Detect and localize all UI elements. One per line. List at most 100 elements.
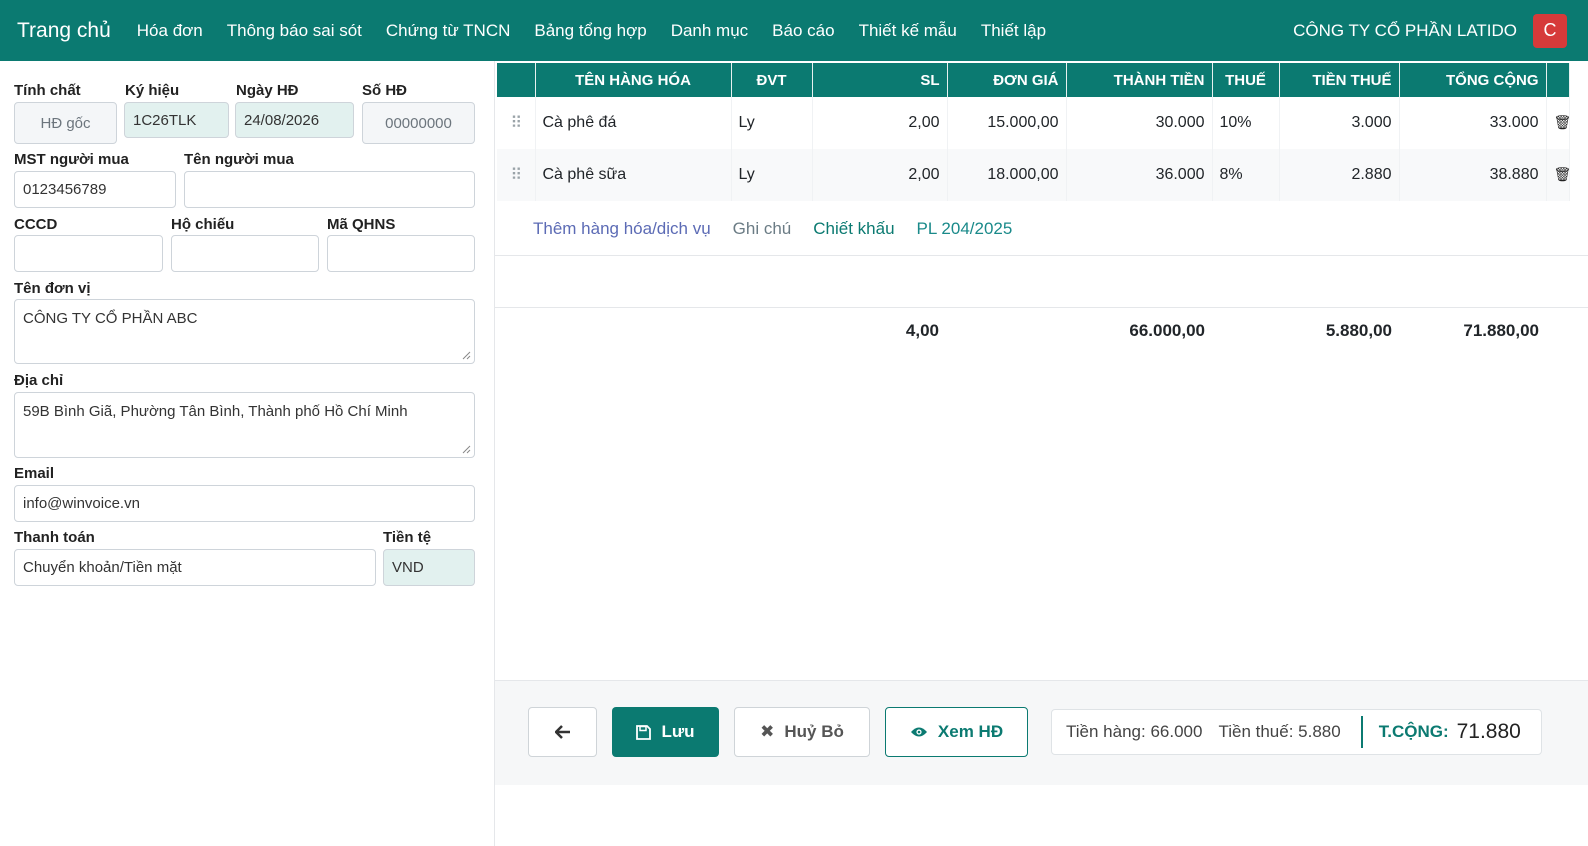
tinh-chat-field[interactable]: HĐ gốc (14, 102, 117, 144)
cancel-label: Huỷ Bỏ (784, 722, 844, 741)
nav-error-notices[interactable]: Thông báo sai sót (227, 21, 362, 41)
ten-don-vi-value: CÔNG TY CỔ PHẦN ABC (23, 310, 198, 327)
ten-nguoi-mua-input[interactable] (184, 171, 475, 208)
resize-grip-icon[interactable] (462, 351, 471, 360)
divider (495, 255, 1588, 256)
total-value: 71.880 (1456, 720, 1521, 743)
cell-unit[interactable]: Ly (731, 97, 813, 149)
table-actions: Thêm hàng hóa/dịch vụ Ghi chú Chiết khấu… (533, 219, 1012, 239)
so-hd-field: 00000000 (362, 102, 475, 144)
ten-don-vi-textarea[interactable]: CÔNG TY CỔ PHẦN ABC (14, 299, 475, 364)
cell-price[interactable]: 18.000,00 (947, 149, 1067, 201)
tax-value: 5.880 (1298, 722, 1341, 741)
cell-total: 33.000 (1399, 97, 1547, 149)
table-row: ⠿ Cà phê sữa Ly 2,00 18.000,00 36.000 8%… (497, 149, 1571, 201)
cell-total: 38.880 (1399, 149, 1547, 201)
resize-grip-icon[interactable] (462, 445, 471, 454)
nav-settings[interactable]: Thiết lập (981, 21, 1046, 41)
total-label: T.CỘNG: (1378, 722, 1449, 741)
col-thue: THUẾ (1212, 63, 1280, 97)
cell-amount: 30.000 (1066, 97, 1213, 149)
tinh-chat-label: Tính chất (14, 82, 81, 99)
nav-home[interactable]: Trang chủ (17, 19, 111, 43)
totals-row: 4,00 66.000,00 5.880,00 71.880,00 (495, 321, 1588, 351)
grand-total: 71.880,00 (1463, 321, 1539, 340)
cell-qty[interactable]: 2,00 (812, 97, 948, 149)
ngay-hd-field[interactable]: 24/08/2026 (235, 102, 354, 138)
cell-amount: 36.000 (1066, 149, 1213, 201)
summary-separator (1360, 716, 1363, 748)
nav-tax-certificates[interactable]: Chứng từ TNCN (386, 21, 510, 41)
divider (495, 307, 1588, 308)
total-amount: 66.000,00 (1129, 321, 1205, 340)
eye-icon (910, 727, 927, 737)
tax-label: Tiền thuế: (1218, 722, 1294, 741)
cell-tax-amount: 2.880 (1279, 149, 1400, 201)
mst-input[interactable]: 0123456789 (14, 171, 176, 208)
dia-chi-textarea[interactable]: 59B Bình Giã, Phường Tân Bình, Thành phố… (14, 392, 475, 458)
dia-chi-value: 59B Bình Giã, Phường Tân Bình, Thành phố… (23, 403, 408, 420)
top-navbar: Trang chủ Hóa đơn Thông báo sai sót Chứn… (0, 0, 1588, 61)
ten-don-vi-label: Tên đơn vị (14, 280, 91, 297)
back-button[interactable] (528, 707, 597, 757)
cell-unit[interactable]: Ly (731, 149, 813, 201)
thanh-toan-select[interactable]: Chuyển khoản/Tiền mặt (14, 549, 376, 586)
cell-qty[interactable]: 2,00 (812, 149, 948, 201)
nav-template-design[interactable]: Thiết kế mẫu (859, 21, 957, 41)
mst-label: MST người mua (14, 151, 129, 168)
arrow-left-icon (554, 725, 570, 739)
trash-icon[interactable]: 🗑 (1546, 149, 1571, 201)
cccd-input[interactable] (14, 235, 163, 272)
thanh-toan-label: Thanh toán (14, 529, 95, 546)
email-input[interactable]: info@winvoice.vn (14, 485, 475, 522)
col-actions (1546, 63, 1570, 97)
nav-catalog[interactable]: Danh mục (671, 21, 748, 41)
cancel-button[interactable]: ✖ Huỷ Bỏ (734, 707, 870, 757)
drag-column-header (497, 63, 536, 97)
action-bar: Lưu ✖ Huỷ Bỏ Xem HĐ Tiền hàng: 66.000 Ti… (495, 680, 1588, 785)
nav-invoices[interactable]: Hóa đơn (137, 21, 203, 41)
drag-handle-icon[interactable]: ⠿ (497, 97, 536, 149)
ky-hieu-field[interactable]: 1C26TLK (124, 102, 229, 138)
items-table: TÊN HÀNG HÓA ĐVT SL ĐƠN GIÁ THÀNH TIỀN T… (497, 63, 1571, 201)
cell-name[interactable]: Cà phê sữa (535, 149, 732, 201)
close-icon: ✖ (760, 722, 775, 741)
nav-reports[interactable]: Báo cáo (772, 21, 834, 41)
drag-handle-icon[interactable]: ⠿ (497, 149, 536, 201)
ten-nguoi-mua-label: Tên người mua (184, 151, 294, 168)
ma-qhns-input[interactable] (327, 235, 475, 272)
appendix-link[interactable]: PL 204/2025 (917, 219, 1013, 239)
user-avatar[interactable]: C (1533, 13, 1567, 48)
cell-name[interactable]: Cà phê đá (535, 97, 732, 149)
save-button[interactable]: Lưu (612, 707, 719, 757)
ho-chieu-label: Hộ chiếu (171, 216, 235, 233)
view-invoice-button[interactable]: Xem HĐ (885, 707, 1028, 757)
add-item-link[interactable]: Thêm hàng hóa/dịch vụ (533, 219, 711, 239)
cell-tax-amount: 3.000 (1279, 97, 1400, 149)
col-sl: SL (812, 63, 948, 97)
cell-tax[interactable]: 8% (1212, 149, 1280, 201)
col-dvt: ĐVT (731, 63, 813, 97)
summary-box: Tiền hàng: 66.000 Tiền thuế: 5.880 T.CỘN… (1051, 709, 1542, 755)
ngay-hd-label: Ngày HĐ (236, 82, 299, 99)
col-don-gia: ĐƠN GIÁ (947, 63, 1067, 97)
cell-tax[interactable]: 10% (1212, 97, 1280, 149)
total-tax-amount: 5.880,00 (1325, 321, 1392, 340)
cell-price[interactable]: 15.000,00 (947, 97, 1067, 149)
col-thanh-tien: THÀNH TIỀN (1066, 63, 1213, 97)
nav-summary-tables[interactable]: Bảng tổng hợp (534, 21, 646, 41)
goods-value: 66.000 (1150, 722, 1203, 741)
company-name[interactable]: CÔNG TY CỔ PHẦN LATIDO (1293, 21, 1517, 41)
table-row: ⠿ Cà phê đá Ly 2,00 15.000,00 30.000 10%… (497, 97, 1571, 149)
ho-chieu-input[interactable] (171, 235, 319, 272)
discount-link[interactable]: Chiết khấu (813, 219, 894, 239)
ky-hieu-label: Ký hiệu (125, 82, 180, 99)
tien-te-label: Tiền tệ (383, 529, 432, 546)
email-label: Email (14, 465, 55, 482)
dia-chi-label: Địa chỉ (14, 372, 64, 389)
note-link[interactable]: Ghi chú (733, 219, 792, 239)
trash-icon[interactable]: 🗑 (1546, 97, 1571, 149)
col-tien-thue: TIỀN THUẾ (1279, 63, 1400, 97)
goods-label: Tiền hàng: (1066, 722, 1146, 741)
tien-te-select[interactable]: VND (383, 549, 475, 586)
